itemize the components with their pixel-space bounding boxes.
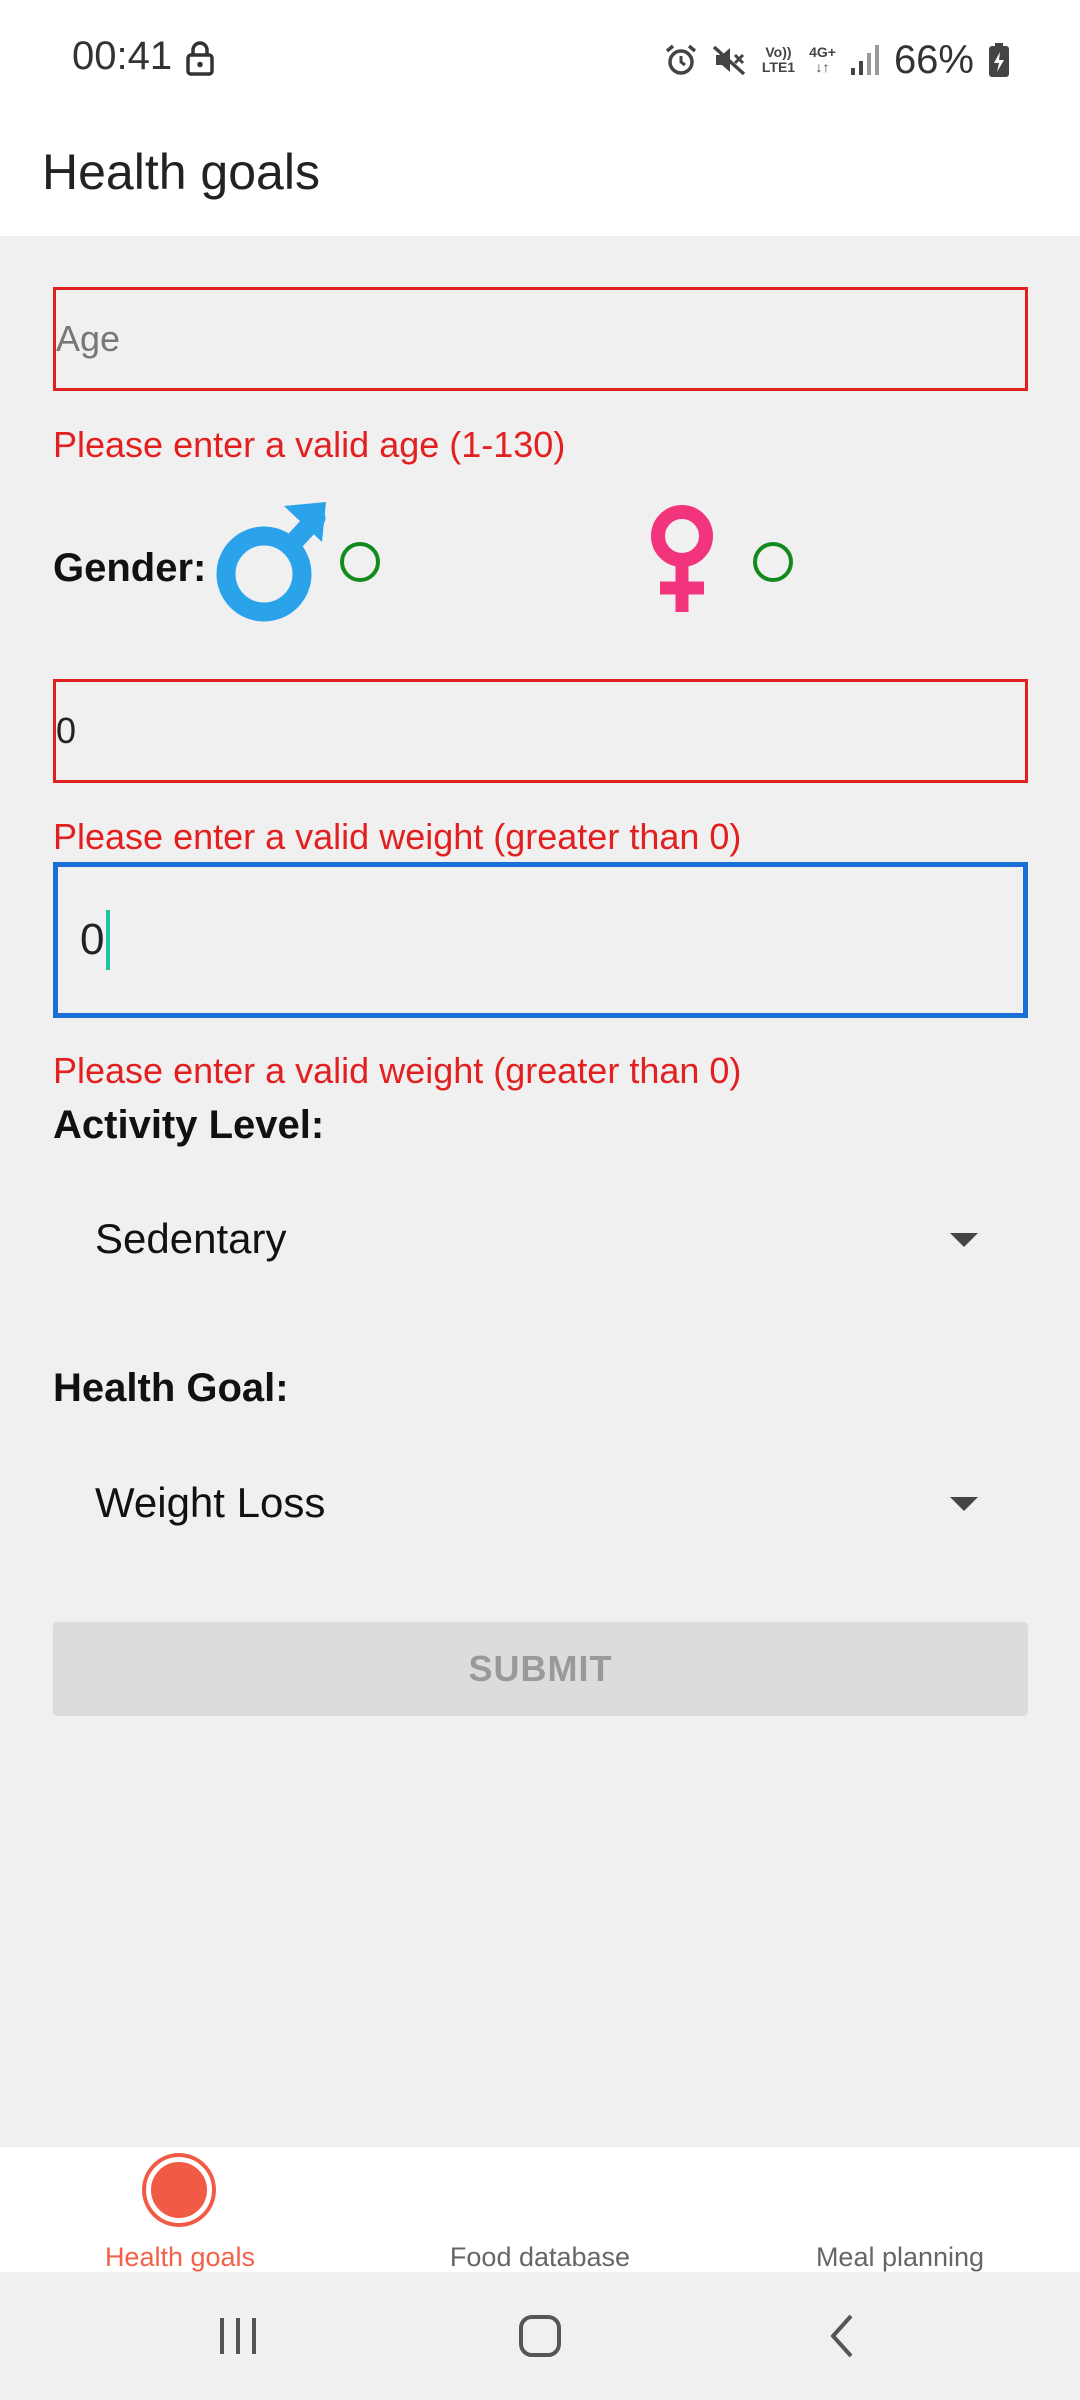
age-placeholder: Age <box>56 318 121 359</box>
network-line2: ↓↑ <box>815 59 830 75</box>
signal-icon <box>850 45 879 75</box>
battery-percent: 66% <box>893 37 974 82</box>
status-time: 00:41 <box>72 34 173 78</box>
network-4g-icon: 4G+ ↓↑ <box>809 45 836 75</box>
male-symbol-icon[interactable] <box>212 494 334 626</box>
nav-item-food-database[interactable]: Food database <box>360 2147 720 2273</box>
nav-label-health-goals: Health goals <box>104 2242 256 2272</box>
chevron-down-icon <box>950 1233 978 1247</box>
screen: 00:41 Vo)) LTE1 4G+ ↓↑ 66% Health goals … <box>0 0 1080 2400</box>
nav-item-meal-planning[interactable]: Meal planning <box>720 2147 1080 2273</box>
female-symbol-icon[interactable] <box>644 504 720 616</box>
home-button[interactable] <box>480 2272 600 2400</box>
age-error: Please enter a valid age (1-130) <box>53 424 566 465</box>
network-line1: 4G+ <box>809 44 836 60</box>
submit-button[interactable]: SUBMIT <box>53 1622 1028 1716</box>
health-goals-icon <box>146 2157 212 2223</box>
goal-label: Health Goal: <box>53 1366 289 1410</box>
activity-dropdown[interactable]: Sedentary <box>53 1184 1028 1294</box>
male-radio[interactable] <box>340 542 380 582</box>
nav-item-health-goals[interactable]: Health goals <box>0 2147 360 2273</box>
back-button[interactable] <box>782 2272 902 2400</box>
female-radio[interactable] <box>753 542 793 582</box>
battery-charging-icon <box>989 43 1009 77</box>
back-icon <box>830 2314 853 2358</box>
height-value: 0 <box>80 867 111 1013</box>
nav-label-meal-planning: Meal planning <box>815 2242 985 2272</box>
status-icons: Vo)) LTE1 4G+ ↓↑ 66% <box>664 30 1010 90</box>
height-value-text: 0 <box>80 915 105 964</box>
weight-error: Please enter a valid weight (greater tha… <box>53 816 742 857</box>
weight-value: 0 <box>56 710 77 751</box>
goal-selected: Weight Loss <box>95 1479 326 1526</box>
text-cursor <box>106 910 111 970</box>
mute-icon <box>712 45 746 76</box>
volte-line1: Vo)) <box>765 44 792 60</box>
app-bar: Health goals <box>0 118 1080 236</box>
height-input[interactable]: 0 <box>53 862 1028 1018</box>
age-input[interactable]: Age <box>53 287 1028 391</box>
volte-line2: LTE1 <box>761 59 796 75</box>
volte-icon: Vo)) LTE1 <box>762 45 795 75</box>
height-error: Please enter a valid weight (greater tha… <box>53 1050 742 1091</box>
recents-button[interactable] <box>178 2272 298 2400</box>
activity-label: Activity Level: <box>53 1103 325 1147</box>
activity-selected: Sedentary <box>95 1215 287 1262</box>
alarm-icon <box>665 44 696 75</box>
recents-icon <box>220 2318 256 2354</box>
goal-dropdown[interactable]: Weight Loss <box>53 1448 1028 1558</box>
gender-label: Gender: <box>53 546 207 590</box>
nav-label-food-database: Food database <box>449 2242 631 2272</box>
chevron-down-icon <box>950 1497 978 1511</box>
bottom-navigation: Health goals Food database Meal planning <box>0 2146 1080 2273</box>
system-navigation <box>0 2272 1080 2400</box>
lock-icon <box>186 41 214 76</box>
home-icon <box>519 2315 561 2357</box>
weight-input[interactable]: 0 <box>53 679 1028 783</box>
status-bar: 00:41 Vo)) LTE1 4G+ ↓↑ 66% <box>0 0 1080 118</box>
page-title: Health goals <box>42 144 320 200</box>
